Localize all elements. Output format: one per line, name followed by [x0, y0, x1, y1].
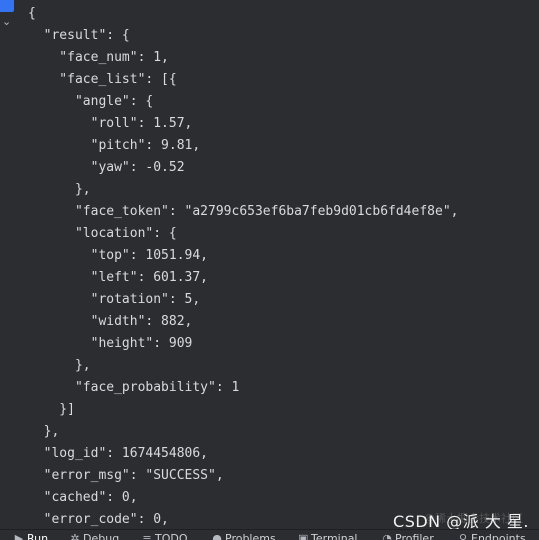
- ide-window: ⌄ { "result": { "face_num": 1, "face_lis…: [0, 0, 539, 540]
- code-line: "roll": 1.57,: [28, 116, 193, 131]
- code-line: "left": 601.37,: [28, 270, 209, 285]
- tool-run-label: Run: [27, 532, 49, 540]
- code-line: {: [28, 6, 36, 21]
- code-line: }]: [28, 402, 75, 417]
- tool-endpoints[interactable]: ⚲ Endpoints: [458, 532, 526, 540]
- code-editor[interactable]: { "result": { "face_num": 1, "face_list"…: [16, 0, 539, 530]
- tool-problems-label: Problems: [225, 532, 276, 540]
- tool-endpoints-label: Endpoints: [471, 532, 526, 540]
- tool-profiler[interactable]: ◔ Profiler: [382, 532, 434, 540]
- tool-terminal-label: Terminal: [311, 532, 358, 540]
- code-line: "height": 909: [28, 336, 193, 351]
- code-line: },: [28, 182, 91, 197]
- debug-icon: ✲: [70, 532, 80, 540]
- code-line: "angle": {: [28, 94, 154, 109]
- code-line: "error_msg": "SUCCESS",: [28, 468, 224, 483]
- tool-todo[interactable]: ≡ TODO: [142, 532, 188, 540]
- tool-profiler-label: Profiler: [395, 532, 434, 540]
- tool-debug[interactable]: ✲ Debug: [70, 532, 119, 540]
- todo-icon: ≡: [142, 532, 152, 540]
- terminal-icon: ▣: [298, 532, 309, 540]
- problems-icon: ●: [212, 532, 222, 540]
- profiler-icon: ◔: [382, 532, 392, 540]
- code-line: "face_num": 1,: [28, 50, 169, 65]
- tool-todo-label: TODO: [155, 532, 188, 540]
- code-line: "face_probability": 1: [28, 380, 240, 395]
- tool-terminal[interactable]: ▣ Terminal: [298, 532, 358, 540]
- endpoints-icon: ⚲: [458, 532, 468, 540]
- code-line: "face_token": "a2799c653ef6ba7feb9d01cb6…: [28, 204, 459, 219]
- json-output: { "result": { "face_num": 1, "face_list"…: [28, 3, 458, 530]
- code-line: "top": 1051.94,: [28, 248, 209, 263]
- run-marker-icon[interactable]: [0, 0, 14, 12]
- code-line: "location": {: [28, 226, 177, 241]
- code-line: },: [28, 358, 91, 373]
- code-line: "width": 882,: [28, 314, 193, 329]
- code-line: "face_list": [{: [28, 72, 177, 87]
- code-line: "log_id": 1674454806,: [28, 446, 209, 461]
- code-line: "result": {: [28, 28, 130, 43]
- code-line: },: [28, 424, 60, 439]
- code-line: "yaw": -0.52: [28, 160, 185, 175]
- bottom-tool-window-bar: ▶ Run ✲ Debug ≡ TODO ● Problems ▣ Terminal ◔ P…: [0, 529, 539, 540]
- tool-problems[interactable]: ● Problems: [212, 532, 276, 540]
- tool-debug-label: Debug: [83, 532, 120, 540]
- code-line: "rotation": 5,: [28, 292, 201, 307]
- chevron-down-icon[interactable]: ⌄: [2, 16, 11, 28]
- code-line: "cached": 0,: [28, 490, 138, 505]
- code-line: "pitch": 9.81,: [28, 138, 201, 153]
- run-icon: ▶: [14, 532, 24, 540]
- tool-run[interactable]: ▶ Run: [14, 532, 48, 540]
- editor-gutter: ⌄: [0, 0, 16, 530]
